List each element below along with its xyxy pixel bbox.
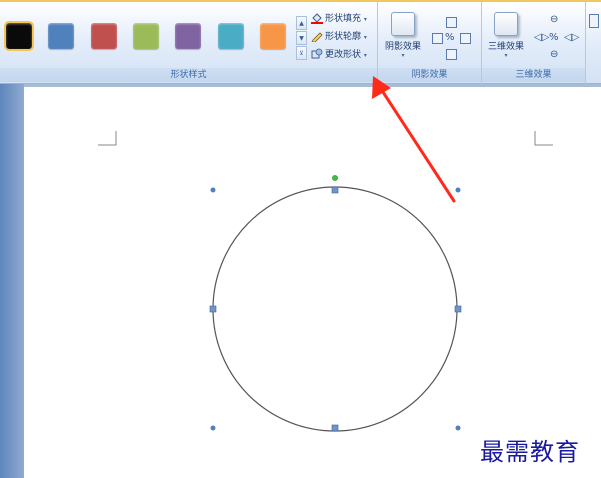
rotate-handle[interactable] <box>332 175 338 181</box>
resize-handle-bottom[interactable] <box>331 424 339 432</box>
resize-handle-top-left[interactable] <box>210 187 216 193</box>
resize-handle-bottom-right[interactable] <box>455 425 461 431</box>
resize-handle-bottom-left[interactable] <box>210 425 216 431</box>
watermark-text: 最需教育 <box>480 438 580 466</box>
resize-handle-top-right[interactable] <box>455 187 461 193</box>
annotation-arrow-shaft <box>379 87 456 203</box>
canvas-overlay <box>98 76 553 432</box>
resize-handle-left[interactable] <box>209 305 217 313</box>
resize-handle-right[interactable] <box>454 305 462 313</box>
crop-mark-top-right <box>534 131 553 146</box>
crop-mark-top-left <box>98 131 117 146</box>
resize-handle-top[interactable] <box>331 186 339 194</box>
circle-shape[interactable] <box>212 186 458 432</box>
annotation-arrow-head <box>372 76 391 99</box>
